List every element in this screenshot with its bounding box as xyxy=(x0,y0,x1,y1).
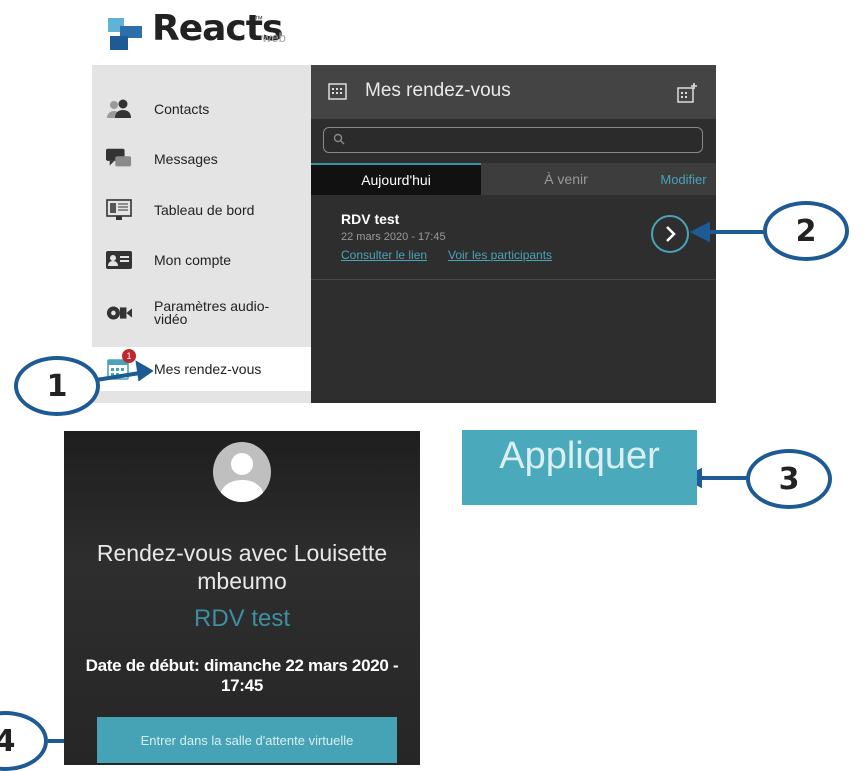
callout-2: 2 xyxy=(763,201,849,261)
user-avatar-icon xyxy=(219,453,265,502)
callout-3: 3 xyxy=(746,449,832,509)
apply-button[interactable]: Appliquer xyxy=(462,430,697,505)
callout-1: 1 xyxy=(14,356,100,416)
card-subtitle: RDV test xyxy=(193,605,291,632)
card-title: Rendez-vous avec Louisette mbeumo xyxy=(96,540,388,594)
enter-waiting-room-button[interactable]: Entrer dans la salle d'attente virtuelle xyxy=(97,717,397,763)
avatar xyxy=(213,442,271,502)
card-start-date: Date de début: dimanche 22 mars 2020 - 1… xyxy=(85,656,399,695)
